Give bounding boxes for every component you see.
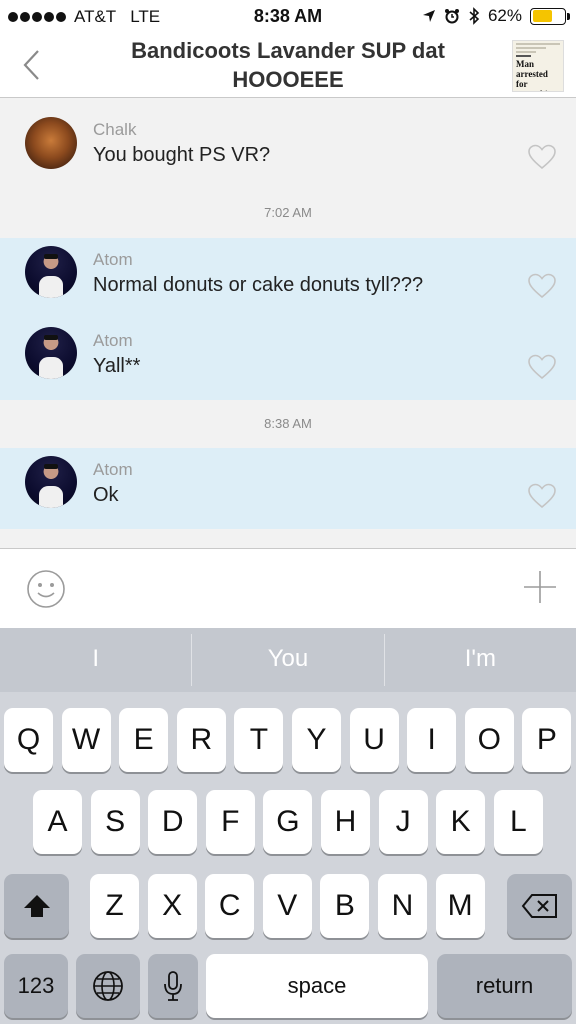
key-c[interactable]: C (205, 874, 255, 938)
backspace-icon (521, 894, 557, 918)
prediction-suggestion[interactable]: I'm (385, 628, 576, 692)
key-l[interactable]: L (493, 790, 543, 854)
prediction-suggestion[interactable]: You (192, 628, 383, 692)
globe-icon (93, 971, 123, 1001)
message-row[interactable]: Atom Yall** (0, 319, 576, 400)
key-n[interactable]: N (378, 874, 427, 938)
avatar[interactable] (25, 327, 77, 379)
chat-header: Bandicoots Lavander SUP dat HOOOEEE Man … (0, 34, 576, 98)
message-row[interactable]: Atom Normal donuts or cake donuts tyll??… (0, 238, 576, 319)
message-text: Yall** (93, 355, 141, 377)
key-q[interactable]: Q (4, 708, 53, 772)
return-key[interactable]: return (437, 954, 572, 1018)
key-m[interactable]: M (435, 874, 485, 938)
key-x[interactable]: X (147, 874, 197, 938)
microphone-key[interactable] (148, 954, 198, 1018)
chat-title[interactable]: Bandicoots Lavander SUP dat HOOOEEE (110, 36, 466, 94)
key-w[interactable]: W (61, 708, 111, 772)
microphone-icon (164, 971, 182, 1001)
avatar[interactable] (25, 456, 77, 508)
plus-icon[interactable] (522, 569, 558, 605)
battery-percentage: 62% (487, 6, 522, 25)
avatar[interactable] (25, 246, 77, 298)
key-a[interactable]: A (33, 790, 82, 854)
key-r[interactable]: R (176, 708, 226, 772)
key-z[interactable]: Z (90, 874, 139, 938)
prediction-suggestion[interactable]: I (0, 628, 191, 692)
key-j[interactable]: J (378, 790, 428, 854)
predictive-bar: I You I'm (0, 628, 576, 692)
heart-icon[interactable] (528, 273, 556, 299)
key-g[interactable]: G (263, 790, 313, 854)
message-sender: Chalk (93, 120, 137, 139)
thumbnail-headline: Man arrested for everything (516, 59, 557, 91)
message-text: You bought PS VR? (93, 144, 271, 166)
key-p[interactable]: P (522, 708, 572, 772)
heart-icon[interactable] (528, 144, 556, 170)
key-y[interactable]: Y (292, 708, 341, 772)
chevron-left-icon[interactable] (20, 48, 44, 82)
numbers-key[interactable]: 123 (4, 954, 68, 1018)
delete-key[interactable] (507, 874, 572, 938)
key-v[interactable]: V (262, 874, 312, 938)
status-bar: AT&T LTE 8:38 AM 62% (0, 0, 576, 34)
battery-icon (530, 7, 570, 25)
shift-key[interactable] (4, 874, 69, 938)
key-b[interactable]: B (320, 874, 370, 938)
message-sender: Atom (93, 331, 133, 350)
message-text: Normal donuts or cake donuts tyll??? (93, 274, 424, 296)
keyboard: I You I'm QWERTYUIOPASDFGHJKLZXCVBNM 123… (0, 628, 576, 1024)
bluetooth-icon (469, 7, 480, 25)
globe-key[interactable] (76, 954, 140, 1018)
key-s[interactable]: S (90, 790, 140, 854)
timestamp: 7:02 AM (264, 205, 312, 220)
message-composer[interactable] (0, 548, 576, 628)
message-row[interactable]: Atom Ok (0, 448, 576, 529)
key-f[interactable]: F (205, 790, 255, 854)
heart-icon[interactable] (528, 483, 556, 509)
avatar[interactable] (25, 117, 77, 169)
timestamp: 8:38 AM (264, 416, 312, 431)
group-avatar-thumbnail[interactable]: Man arrested for everything (512, 40, 564, 92)
space-key[interactable]: space (206, 954, 428, 1018)
message-sender: Atom (93, 460, 133, 479)
alarm-clock-icon (444, 9, 459, 24)
message-row[interactable]: Chalk You bought PS VR? (0, 99, 576, 189)
key-k[interactable]: K (436, 790, 486, 854)
message-text: Ok (93, 484, 119, 506)
key-h[interactable]: H (321, 790, 370, 854)
key-i[interactable]: I (407, 708, 457, 772)
message-sender: Atom (93, 250, 133, 269)
smiley-icon[interactable] (26, 569, 66, 609)
location-arrow-icon (422, 10, 435, 22)
key-t[interactable]: T (234, 708, 284, 772)
key-d[interactable]: D (148, 790, 198, 854)
heart-icon[interactable] (528, 354, 556, 380)
key-e[interactable]: E (119, 708, 169, 772)
shift-icon (23, 895, 50, 917)
key-o[interactable]: O (464, 708, 514, 772)
key-u[interactable]: U (349, 708, 399, 772)
